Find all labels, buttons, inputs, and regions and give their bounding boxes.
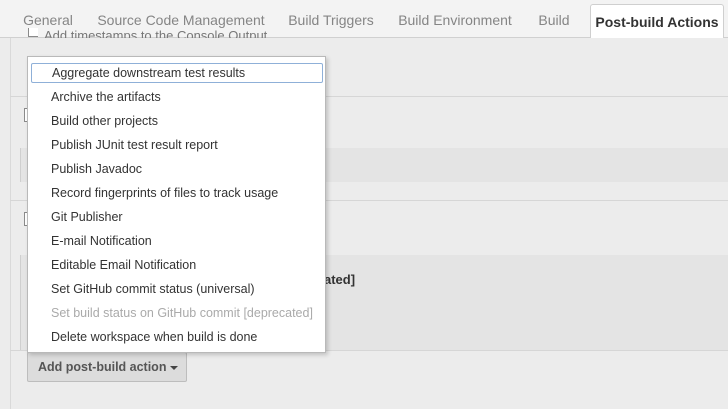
tab-build[interactable]: Build [530, 0, 578, 38]
form-left-border [10, 38, 11, 409]
add-post-build-action-label: Add post-build action [38, 360, 167, 374]
menu-item-email-notification[interactable]: E-mail Notification [28, 229, 325, 253]
menu-item-publish-javadoc[interactable]: Publish Javadoc [28, 157, 325, 181]
menu-item-publish-junit[interactable]: Publish JUnit test result report [28, 133, 325, 157]
caret-down-icon [170, 366, 178, 370]
menu-item-editable-email-notification[interactable]: Editable Email Notification [28, 253, 325, 277]
menu-item-archive-artifacts[interactable]: Archive the artifacts [28, 85, 325, 109]
add-post-build-action-button[interactable]: Add post-build action [27, 352, 187, 382]
post-build-action-menu: Aggregate downstream test results Archiv… [27, 56, 326, 353]
timestamps-option-label: Add timestamps to the Console Output [44, 28, 268, 38]
menu-item-set-build-status-github-deprecated: Set build status on GitHub commit [depre… [51, 306, 313, 320]
tab-post-build-actions[interactable]: Post-build Actions [590, 4, 724, 39]
tab-build-triggers[interactable]: Build Triggers [280, 0, 382, 38]
menu-item-set-github-commit-status[interactable]: Set GitHub commit status (universal) [28, 277, 325, 301]
menu-item-aggregate-downstream-test-results[interactable]: Aggregate downstream test results [31, 63, 323, 83]
menu-item-record-fingerprints[interactable]: Record fingerprints of files to track us… [28, 181, 325, 205]
timestamps-checkbox[interactable] [28, 28, 38, 37]
menu-item-build-other-projects[interactable]: Build other projects [28, 109, 325, 133]
menu-item-delete-workspace[interactable]: Delete workspace when build is done [28, 325, 325, 349]
tab-build-environment[interactable]: Build Environment [392, 0, 518, 38]
menu-item-git-publisher[interactable]: Git Publisher [28, 205, 325, 229]
deprecated-step-title: ated] [324, 272, 356, 287]
